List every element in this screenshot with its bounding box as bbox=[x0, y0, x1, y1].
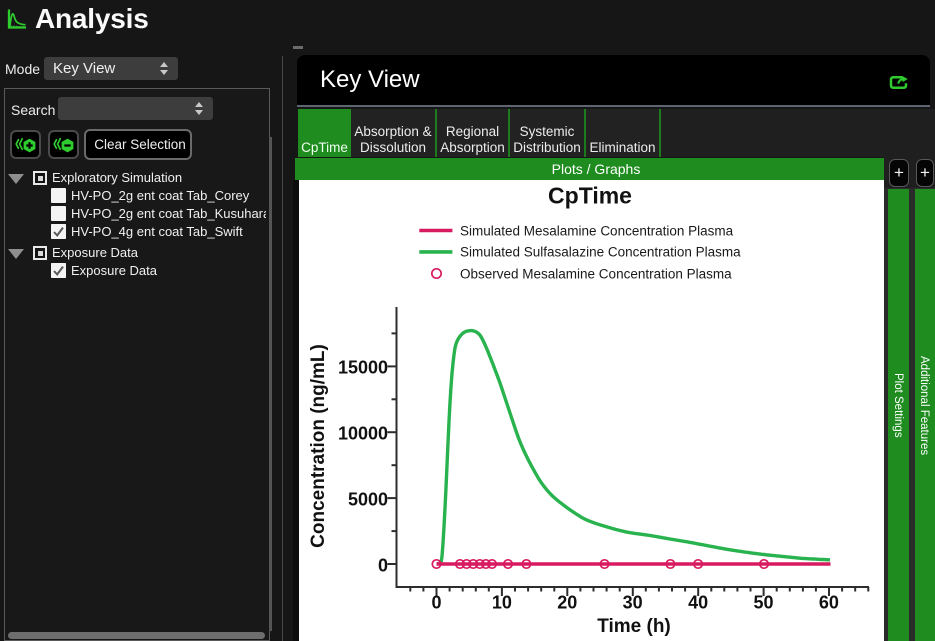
svg-text:5000: 5000 bbox=[348, 489, 388, 509]
svg-text:10000: 10000 bbox=[338, 424, 388, 444]
svg-text:Simulated Sulfasalazine Concen: Simulated Sulfasalazine Concentration Pl… bbox=[460, 245, 741, 260]
svg-text:10: 10 bbox=[492, 593, 512, 613]
svg-text:15000: 15000 bbox=[338, 358, 388, 378]
svg-text:Time (h): Time (h) bbox=[597, 616, 671, 637]
svg-text:40: 40 bbox=[688, 593, 708, 613]
svg-text:CpTime: CpTime bbox=[548, 183, 632, 209]
svg-text:50: 50 bbox=[753, 593, 773, 613]
svg-text:Observed Mesalamine Concentrat: Observed Mesalamine Concentration Plasma bbox=[460, 266, 732, 281]
svg-text:Simulated Mesalamine Concentra: Simulated Mesalamine Concentration Plasm… bbox=[460, 223, 734, 238]
svg-text:0: 0 bbox=[378, 555, 388, 575]
svg-text:60: 60 bbox=[819, 593, 839, 613]
svg-text:20: 20 bbox=[557, 593, 577, 613]
svg-text:0: 0 bbox=[431, 593, 441, 613]
svg-text:30: 30 bbox=[623, 593, 643, 613]
svg-text:Concentration (ng/mL): Concentration (ng/mL) bbox=[308, 344, 329, 548]
